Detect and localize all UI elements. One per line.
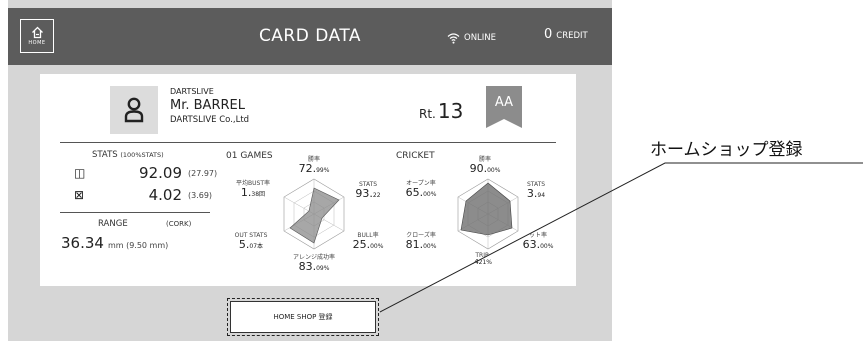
callout-label: ホームショップ登録 [650, 140, 803, 160]
callout-line [379, 162, 863, 313]
